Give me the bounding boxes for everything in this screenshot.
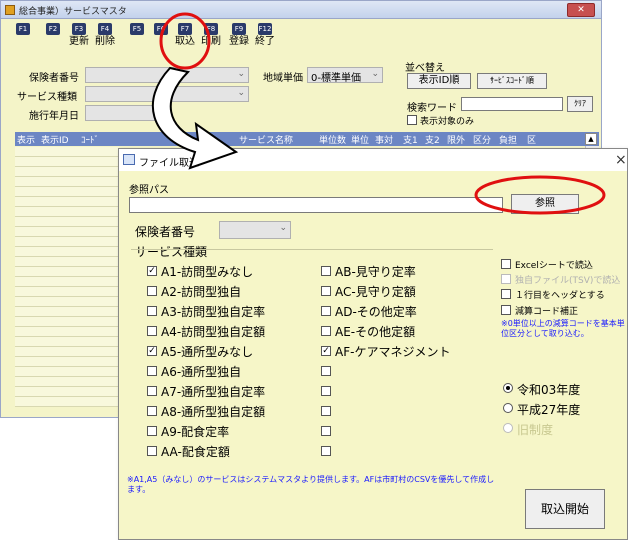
- browse-highlight-circle: [474, 175, 606, 215]
- import-highlight-circle: [159, 12, 211, 70]
- annotation-overlay: [151, 12, 606, 215]
- arrow-icon: [151, 66, 239, 170]
